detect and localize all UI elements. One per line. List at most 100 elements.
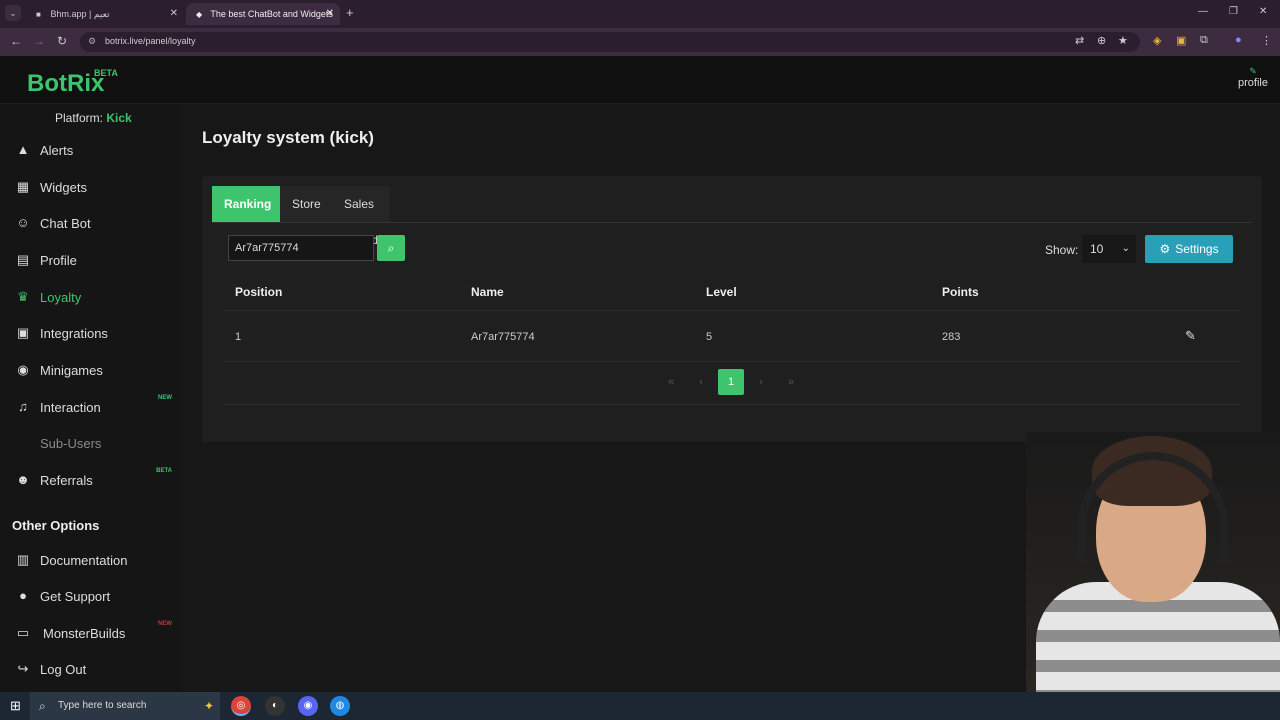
column-header-points[interactable]: Points (942, 285, 979, 299)
logout-icon: ↪ (17, 661, 29, 676)
reload-button[interactable]: ↻ (57, 34, 67, 48)
menu-icon[interactable]: ⋮ (1261, 34, 1272, 47)
sidebar-item-label: Loyalty (40, 290, 82, 305)
column-header-name[interactable]: Name (471, 285, 504, 299)
page-title: Loyalty system (kick) (202, 128, 374, 147)
column-header-level[interactable]: Level (706, 285, 737, 299)
chrome-icon[interactable]: ◎ (231, 696, 251, 716)
book-icon: ▥ (16, 552, 30, 567)
url-text: botrix.live/panel/loyalty (105, 36, 196, 46)
other-options-heading: Other Options (12, 518, 100, 533)
new-tab-button[interactable]: + (346, 5, 354, 20)
users-icon: ☻ (16, 472, 30, 487)
browser-tab-1-title: Bhm.app | تعيم (50, 9, 110, 19)
omnibox[interactable]: ⚙ botrix.live/panel/loyalty (80, 32, 1140, 52)
pagination-current[interactable]: 1 (718, 369, 744, 395)
sidebar-item-label: Alerts (40, 143, 74, 158)
tab-store[interactable]: Store (280, 186, 333, 222)
search-button[interactable]: ⌕ (377, 235, 405, 261)
profile-avatar-icon[interactable]: ● (1235, 34, 1242, 46)
cell-position: 1 (235, 331, 242, 343)
pencil-icon[interactable]: ✎ (1185, 328, 1196, 344)
translate-icon[interactable]: ⇄ (1075, 34, 1084, 47)
window-close-button[interactable]: ✕ (1259, 6, 1267, 17)
divider (224, 361, 1240, 362)
grid-icon: ▦ (16, 179, 30, 194)
sidebar-item-widgets[interactable]: ▦ Widgets (0, 172, 182, 202)
sidebar-item-log-out[interactable]: ↪ Log Out (0, 654, 182, 684)
search-input[interactable]: Ar7ar775774 (228, 235, 374, 261)
sidebar-item-label: Interaction (40, 400, 101, 415)
cell-points: 283 (942, 331, 961, 343)
show-label: Show: (1045, 243, 1079, 257)
sidebar-item-alerts[interactable]: ▲ Alerts (0, 135, 182, 165)
cell-name: Ar7ar775774 (471, 331, 535, 343)
sidebar-item-chat-bot[interactable]: ☺ Chat Bot (0, 208, 182, 238)
browser-tab-1[interactable]: ■ Bhm.app | تعيم ✕ (26, 3, 184, 25)
app-icon: ■ (36, 10, 41, 19)
warning-icon: ▲ (16, 142, 30, 157)
browser-icon[interactable]: ◍ (330, 696, 350, 716)
browser-tab-2-title: The best ChatBot and Widgets (210, 9, 333, 19)
plug-icon: ▣ (16, 325, 30, 340)
taskbar-search[interactable]: ⌕ Type here to search ✦ (30, 692, 220, 720)
extensions-puzzle-icon[interactable]: ⧉ (1200, 34, 1208, 47)
site-info-icon[interactable]: ⚙ (88, 36, 96, 47)
restore-button[interactable]: ❐ (1229, 6, 1238, 17)
pagination-next[interactable]: › (748, 369, 774, 395)
pencil-icon: ✎ (1249, 66, 1257, 76)
sidebar-item-loyalty[interactable]: ♛ Loyalty (0, 282, 182, 312)
zoom-icon[interactable]: ⊕ (1097, 34, 1106, 47)
sidebar-item-documentation[interactable]: ▥ Documentation (0, 545, 182, 575)
sidebar: Platform: Kick ▲ Alerts ▦ Widgets ☺ Chat… (0, 104, 182, 692)
forward-button[interactable]: → (33, 34, 45, 48)
page-size-value: 10 (1090, 242, 1104, 256)
sidebar-item-label: Referrals (40, 473, 93, 488)
sidebar-item-minigames[interactable]: ◉ Minigames (0, 355, 182, 385)
page-size-select[interactable]: 10 ⌄ (1082, 235, 1136, 263)
id-card-icon: ▤ (16, 252, 30, 267)
robot-icon: ☺ (16, 215, 30, 230)
app-icon[interactable]: ◐ (265, 696, 285, 716)
sidebar-item-label: Get Support (40, 589, 111, 604)
divider (212, 222, 1252, 223)
pagination-last[interactable]: » (778, 369, 804, 395)
loyalty-panel: Ranking Store Sales record Ar7ar775774 ⌕… (202, 176, 1262, 442)
tab-sales-record[interactable]: Sales record (332, 186, 391, 247)
sidebar-item-get-support[interactable]: ● Get Support (0, 581, 182, 611)
settings-button[interactable]: ⚙ Settings (1145, 235, 1233, 263)
profile-link[interactable]: ✎ profile (1238, 66, 1268, 89)
discord-icon[interactable]: ◉ (298, 696, 318, 716)
pagination-prev[interactable]: ‹ (688, 369, 714, 395)
back-button[interactable]: ← (10, 34, 22, 48)
windows-start-icon[interactable]: ⊞ (10, 698, 21, 714)
extension-icon[interactable]: ◈ (1153, 34, 1161, 47)
sidebar-item-interaction[interactable]: ♫ Interaction NEW (0, 392, 182, 422)
sidebar-item-sub-users[interactable]: Sub-Users (0, 428, 182, 458)
tab-search-button[interactable]: ⌄ (5, 5, 21, 21)
new-badge: NEW (158, 621, 172, 627)
bookmark-star-icon[interactable]: ★ (1118, 34, 1128, 47)
close-icon[interactable]: ✕ (326, 3, 334, 25)
botrix-logo[interactable]: BotRix (27, 70, 104, 98)
tab-ranking[interactable]: Ranking (212, 186, 284, 222)
sidebar-item-monsterbuilds[interactable]: ▭ MonsterBuilds NEW (0, 618, 182, 648)
browser-tab-2[interactable]: ◆ The best ChatBot and Widgets ✕ (186, 3, 340, 25)
sidebar-item-label: Documentation (40, 553, 128, 568)
close-icon[interactable]: ✕ (170, 3, 178, 25)
browser-tab-strip: ⌄ ■ Bhm.app | تعيم ✕ ◆ The best ChatBot … (0, 0, 1280, 28)
profile-label: profile (1238, 77, 1268, 89)
sidebar-item-label: Chat Bot (40, 216, 91, 231)
sidebar-item-integrations[interactable]: ▣ Integrations (0, 318, 182, 348)
sidebar-item-profile[interactable]: ▤ Profile (0, 245, 182, 275)
pagination-first[interactable]: « (658, 369, 684, 395)
column-header-position[interactable]: Position (235, 285, 282, 299)
sidebar-item-label: Log Out (40, 662, 87, 677)
music-icon: ♫ (18, 399, 28, 414)
new-badge: NEW (158, 395, 172, 401)
extension-icon[interactable]: ▣ (1176, 34, 1186, 47)
minimize-button[interactable]: — (1198, 6, 1208, 17)
sidebar-item-label: Integrations (40, 326, 108, 341)
sidebar-item-label: MonsterBuilds (43, 626, 126, 641)
sidebar-item-referrals[interactable]: ☻ Referrals BETA (0, 465, 182, 495)
